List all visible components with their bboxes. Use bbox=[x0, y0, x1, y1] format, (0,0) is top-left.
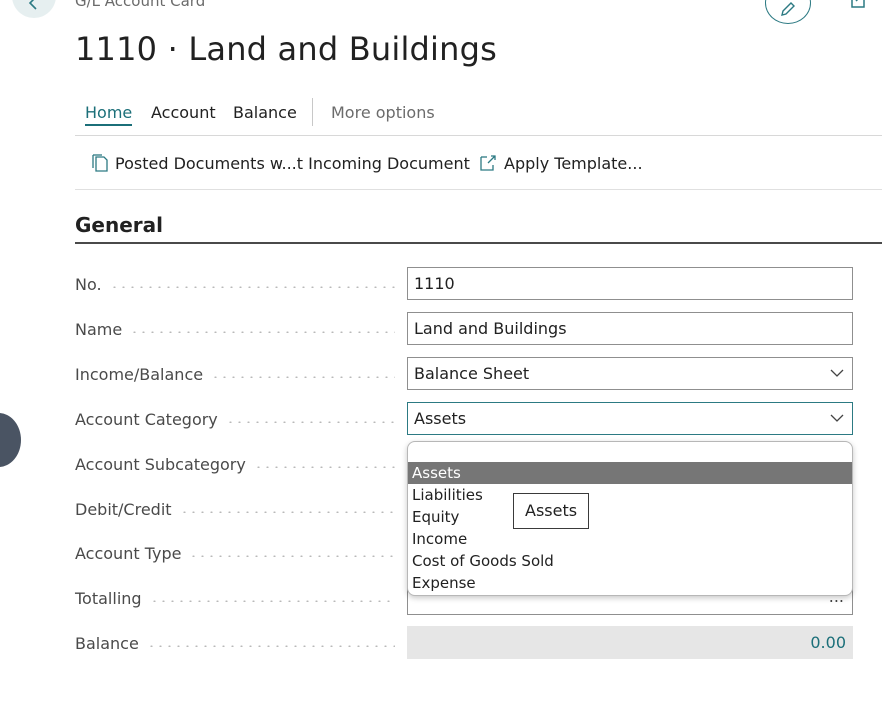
dropdown-option-liabilities[interactable]: Liabilities bbox=[408, 484, 852, 506]
no-input[interactable]: 1110 bbox=[407, 267, 853, 300]
field-label-account-type: Account Type bbox=[75, 542, 395, 564]
income-balance-select[interactable]: Balance Sheet bbox=[407, 357, 853, 390]
edit-button[interactable] bbox=[765, 0, 811, 24]
apply-template-action[interactable]: Apply Template... bbox=[478, 153, 643, 173]
field-label-account-subcategory: Account Subcategory bbox=[75, 453, 395, 475]
field-label-debit-credit: Debit/Credit bbox=[75, 498, 395, 520]
dropdown-option-income[interactable]: Income bbox=[408, 528, 852, 550]
back-arrow-icon bbox=[28, 0, 37, 10]
dropdown-option-expense[interactable]: Expense bbox=[408, 572, 852, 594]
menu-divider bbox=[312, 98, 313, 126]
share-icon[interactable] bbox=[848, 0, 868, 14]
field-label-no: No. bbox=[75, 273, 395, 295]
chevron-down-icon bbox=[830, 369, 844, 377]
account-category-select[interactable]: Assets bbox=[407, 402, 853, 435]
field-label-account-category: Account Category bbox=[75, 408, 395, 430]
field-label-name: Name bbox=[75, 318, 395, 340]
tab-balance[interactable]: Balance bbox=[233, 103, 297, 122]
field-label-balance: Balance bbox=[75, 632, 395, 654]
dropdown-option-equity[interactable]: Equity bbox=[408, 506, 852, 528]
tab-home[interactable]: Home bbox=[85, 103, 133, 126]
section-rule bbox=[75, 242, 882, 244]
page-title: 1110 · Land and Buildings bbox=[75, 30, 498, 68]
page-caption: G/L Account Card bbox=[75, 0, 206, 10]
document-icon bbox=[92, 154, 108, 172]
apply-template-label: Apply Template... bbox=[504, 153, 643, 173]
pencil-icon bbox=[781, 2, 795, 16]
posted-documents-label: Posted Documents w...t Incoming Document bbox=[115, 153, 470, 173]
tooltip: Assets bbox=[513, 493, 590, 529]
more-options-button[interactable]: More options bbox=[331, 103, 435, 122]
dropdown-option-assets[interactable]: Assets bbox=[408, 462, 852, 484]
back-button[interactable] bbox=[12, 0, 56, 18]
actions-divider-line bbox=[75, 189, 882, 190]
section-title-general: General bbox=[75, 213, 163, 237]
posted-documents-action[interactable]: Posted Documents w...t Incoming Document bbox=[91, 153, 470, 173]
chevron-down-icon bbox=[830, 414, 844, 422]
dropdown-option-cost-of-goods-sold[interactable]: Cost of Goods Sold bbox=[408, 550, 852, 572]
tab-account[interactable]: Account bbox=[151, 103, 216, 122]
menu-divider-line bbox=[75, 135, 882, 136]
field-label-income-balance: Income/Balance bbox=[75, 363, 395, 385]
field-label-totalling: Totalling bbox=[75, 587, 395, 609]
dropdown-option-blank[interactable] bbox=[408, 442, 852, 464]
account-category-dropdown[interactable]: Assets Liabilities Equity Income Cost of… bbox=[407, 441, 853, 596]
name-input[interactable]: Land and Buildings bbox=[407, 312, 853, 345]
side-panel-handle[interactable] bbox=[0, 413, 21, 467]
apply-template-icon bbox=[480, 155, 496, 171]
balance-value[interactable]: 0.00 bbox=[407, 626, 853, 659]
